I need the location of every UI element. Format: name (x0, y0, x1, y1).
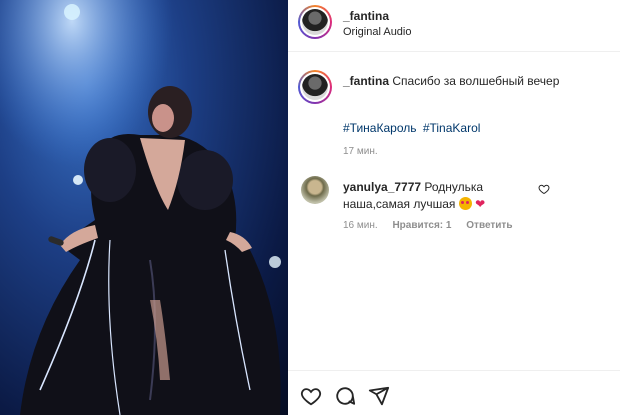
hashtags: #ТинаКароль #TinaKarol (343, 121, 483, 135)
author-avatar[interactable] (298, 5, 332, 39)
comment-icon[interactable] (334, 385, 356, 407)
author-username[interactable]: _fantina (343, 9, 389, 23)
post-panel: _fantina Original Audio _fantina Спасибо… (288, 0, 620, 415)
commenter-avatar[interactable] (301, 176, 329, 204)
comment-meta: 16 мин. Нравится: 1 Ответить (343, 220, 524, 231)
red-heart-emoji: ❤ (475, 197, 486, 211)
comment-text: yanulya_7777 Роднулька наша,самая лучшая… (343, 179, 543, 213)
caption-body: Спасибо за волшебный вечер (392, 74, 560, 88)
caption-text: _fantina Спасибо за волшебный вечер (343, 73, 583, 90)
hashtag-link[interactable]: #TinaKarol (423, 121, 481, 135)
comment-likes-count[interactable]: Нравится: 1 (392, 220, 451, 231)
caption-avatar[interactable] (298, 70, 332, 104)
audio-label[interactable]: Original Audio (343, 26, 412, 38)
reply-button[interactable]: Ответить (466, 220, 512, 231)
caption-timestamp: 17 мин. (343, 146, 378, 157)
post-header: _fantina Original Audio (288, 0, 620, 52)
hashtag-link[interactable]: #ТинаКароль (343, 121, 416, 135)
comment-like-icon[interactable] (538, 183, 550, 195)
heart-eyes-emoji-icon (458, 197, 472, 210)
commenter-username[interactable]: yanulya_7777 (343, 180, 421, 194)
comment-timestamp: 16 мин. (343, 220, 378, 231)
heart-icon[interactable] (300, 385, 322, 407)
post-actions (288, 370, 620, 415)
post-media[interactable] (0, 0, 288, 415)
caption-username[interactable]: _fantina (343, 74, 389, 88)
share-icon[interactable] (368, 385, 390, 407)
performer-image (0, 0, 288, 415)
